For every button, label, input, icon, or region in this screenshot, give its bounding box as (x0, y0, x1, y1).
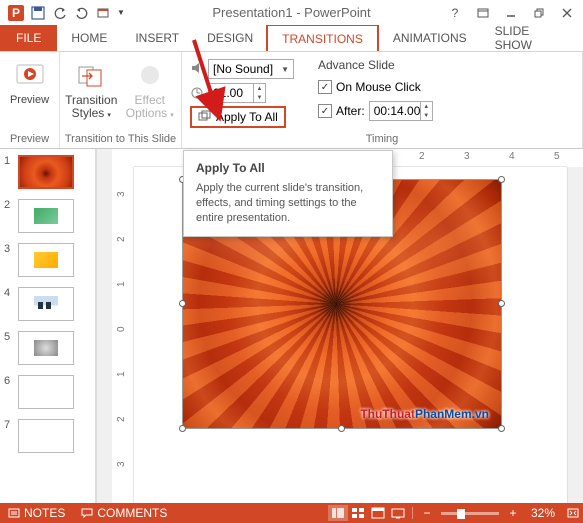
help-icon[interactable]: ? (441, 3, 469, 23)
resize-handle[interactable] (498, 300, 505, 307)
restore-icon[interactable] (525, 3, 553, 23)
tab-slideshow[interactable]: SLIDE SHOW (481, 25, 583, 51)
slide-thumbnail[interactable]: 1 (0, 153, 95, 197)
preview-button[interactable]: Preview (4, 56, 55, 106)
comments-button[interactable]: COMMENTS (73, 503, 175, 523)
sound-combo[interactable]: [No Sound]▼ (208, 59, 294, 79)
reading-view-icon[interactable] (368, 505, 388, 521)
title-bar: P ▼ Presentation1 - PowerPoint ? (0, 0, 583, 25)
window-title: Presentation1 - PowerPoint (212, 5, 370, 20)
zoom-level[interactable]: 32% (523, 503, 563, 523)
apply-to-all-icon (198, 110, 212, 125)
transition-styles-icon (75, 60, 107, 92)
after-checkbox[interactable]: ✓ (318, 104, 332, 118)
preview-icon (14, 60, 46, 92)
editor-scrollbar[interactable] (567, 167, 583, 503)
thumbnail-scrollbar[interactable] (96, 149, 112, 503)
vertical-ruler: 3 2 1 0 1 2 3 (112, 167, 134, 503)
tab-file[interactable]: FILE (0, 25, 57, 51)
watermark: ThuThuatPhanMem.vn (360, 402, 489, 423)
on-mouse-click-checkbox[interactable]: ✓ (318, 80, 332, 94)
sound-icon (190, 61, 204, 78)
advance-slide-label: Advance Slide (318, 58, 433, 74)
tooltip-title: Apply To All (196, 161, 380, 175)
tooltip-body: Apply the current slide's transition, ef… (196, 181, 380, 226)
zoom-slider[interactable] (441, 512, 499, 515)
effect-options-icon (134, 60, 166, 92)
group-label-transition: Transition to This Slide (64, 132, 177, 146)
qat-dropdown-icon[interactable]: ▼ (116, 3, 126, 23)
tab-transitions[interactable]: TRANSITIONS (266, 24, 379, 51)
duration-input[interactable]: 01.00▲▼ (208, 83, 266, 103)
slide-thumbnail[interactable]: 6 (0, 373, 95, 417)
effect-options-button: Effect Options ▾ (123, 56, 178, 122)
resize-handle[interactable] (498, 425, 505, 432)
start-from-beginning-icon[interactable] (94, 3, 114, 23)
save-icon[interactable] (28, 3, 48, 23)
close-icon[interactable] (553, 3, 581, 23)
resize-handle[interactable] (498, 176, 505, 183)
zoom-in-icon[interactable]: + (503, 505, 523, 521)
slide-thumbnail-pane: 1 2 3 4 5 6 7 (0, 149, 96, 503)
fit-to-window-icon[interactable] (563, 505, 583, 521)
normal-view-icon[interactable] (328, 505, 348, 521)
on-mouse-click-label: On Mouse Click (336, 80, 421, 94)
after-time-input[interactable]: 00:14.00▲▼ (369, 101, 433, 121)
tab-animations[interactable]: ANIMATIONS (379, 25, 481, 51)
slide-sorter-view-icon[interactable] (348, 505, 368, 521)
svg-text:P: P (12, 6, 20, 20)
tab-design[interactable]: DESIGN (193, 25, 267, 51)
slide-thumbnail[interactable]: 7 (0, 417, 95, 461)
undo-icon[interactable] (50, 3, 70, 23)
resize-handle[interactable] (179, 300, 186, 307)
tab-home[interactable]: HOME (57, 25, 121, 51)
tab-insert[interactable]: INSERT (121, 25, 193, 51)
powerpoint-icon: P (6, 3, 26, 23)
ribbon: Preview Preview Transition Styles ▾ Effe… (0, 52, 583, 149)
after-label: After: (336, 104, 365, 118)
slide-thumbnail[interactable]: 4 (0, 285, 95, 329)
zoom-out-icon[interactable]: − (417, 505, 437, 521)
redo-icon[interactable] (72, 3, 92, 23)
slide-thumbnail[interactable]: 3 (0, 241, 95, 285)
ribbon-options-icon[interactable] (469, 3, 497, 23)
resize-handle[interactable] (338, 425, 345, 432)
notes-button[interactable]: NOTES (0, 503, 73, 523)
transition-styles-button[interactable]: Transition Styles ▾ (64, 56, 119, 122)
slideshow-view-icon[interactable] (388, 505, 408, 521)
resize-handle[interactable] (179, 425, 186, 432)
group-label-preview: Preview (4, 132, 55, 146)
slide-thumbnail[interactable]: 2 (0, 197, 95, 241)
tooltip-apply-to-all: Apply To All Apply the current slide's t… (183, 150, 393, 237)
slide-thumbnail[interactable]: 5 (0, 329, 95, 373)
status-bar: NOTES COMMENTS − + 32% (0, 503, 583, 523)
apply-to-all-button[interactable]: Apply To All (190, 106, 286, 128)
group-label-timing: Timing (186, 132, 578, 146)
minimize-icon[interactable] (497, 3, 525, 23)
duration-icon (190, 85, 204, 102)
ribbon-tabs: FILE HOME INSERT DESIGN TRANSITIONS ANIM… (0, 25, 583, 52)
